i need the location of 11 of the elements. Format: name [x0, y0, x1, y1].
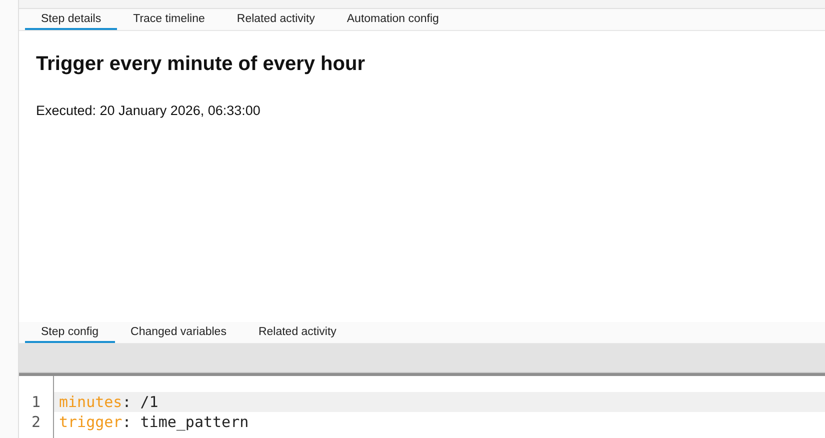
executed-time: Executed: 20 January 2026, 06:33:00	[36, 103, 262, 118]
tab[interactable]: Related activity	[242, 322, 352, 343]
tab[interactable]: Step details	[25, 9, 118, 30]
step-title: Trigger every minute of every hour	[36, 53, 366, 76]
tab[interactable]: Changed variables	[114, 322, 242, 343]
tab[interactable]: Related activity	[220, 9, 331, 30]
line-number: 1	[30, 392, 42, 412]
line-number: 2	[30, 412, 42, 432]
tab[interactable]: Trace timeline	[117, 9, 221, 30]
code-line: trigger: time_pattern	[58, 412, 250, 432]
tab[interactable]: Automation config	[330, 9, 455, 30]
